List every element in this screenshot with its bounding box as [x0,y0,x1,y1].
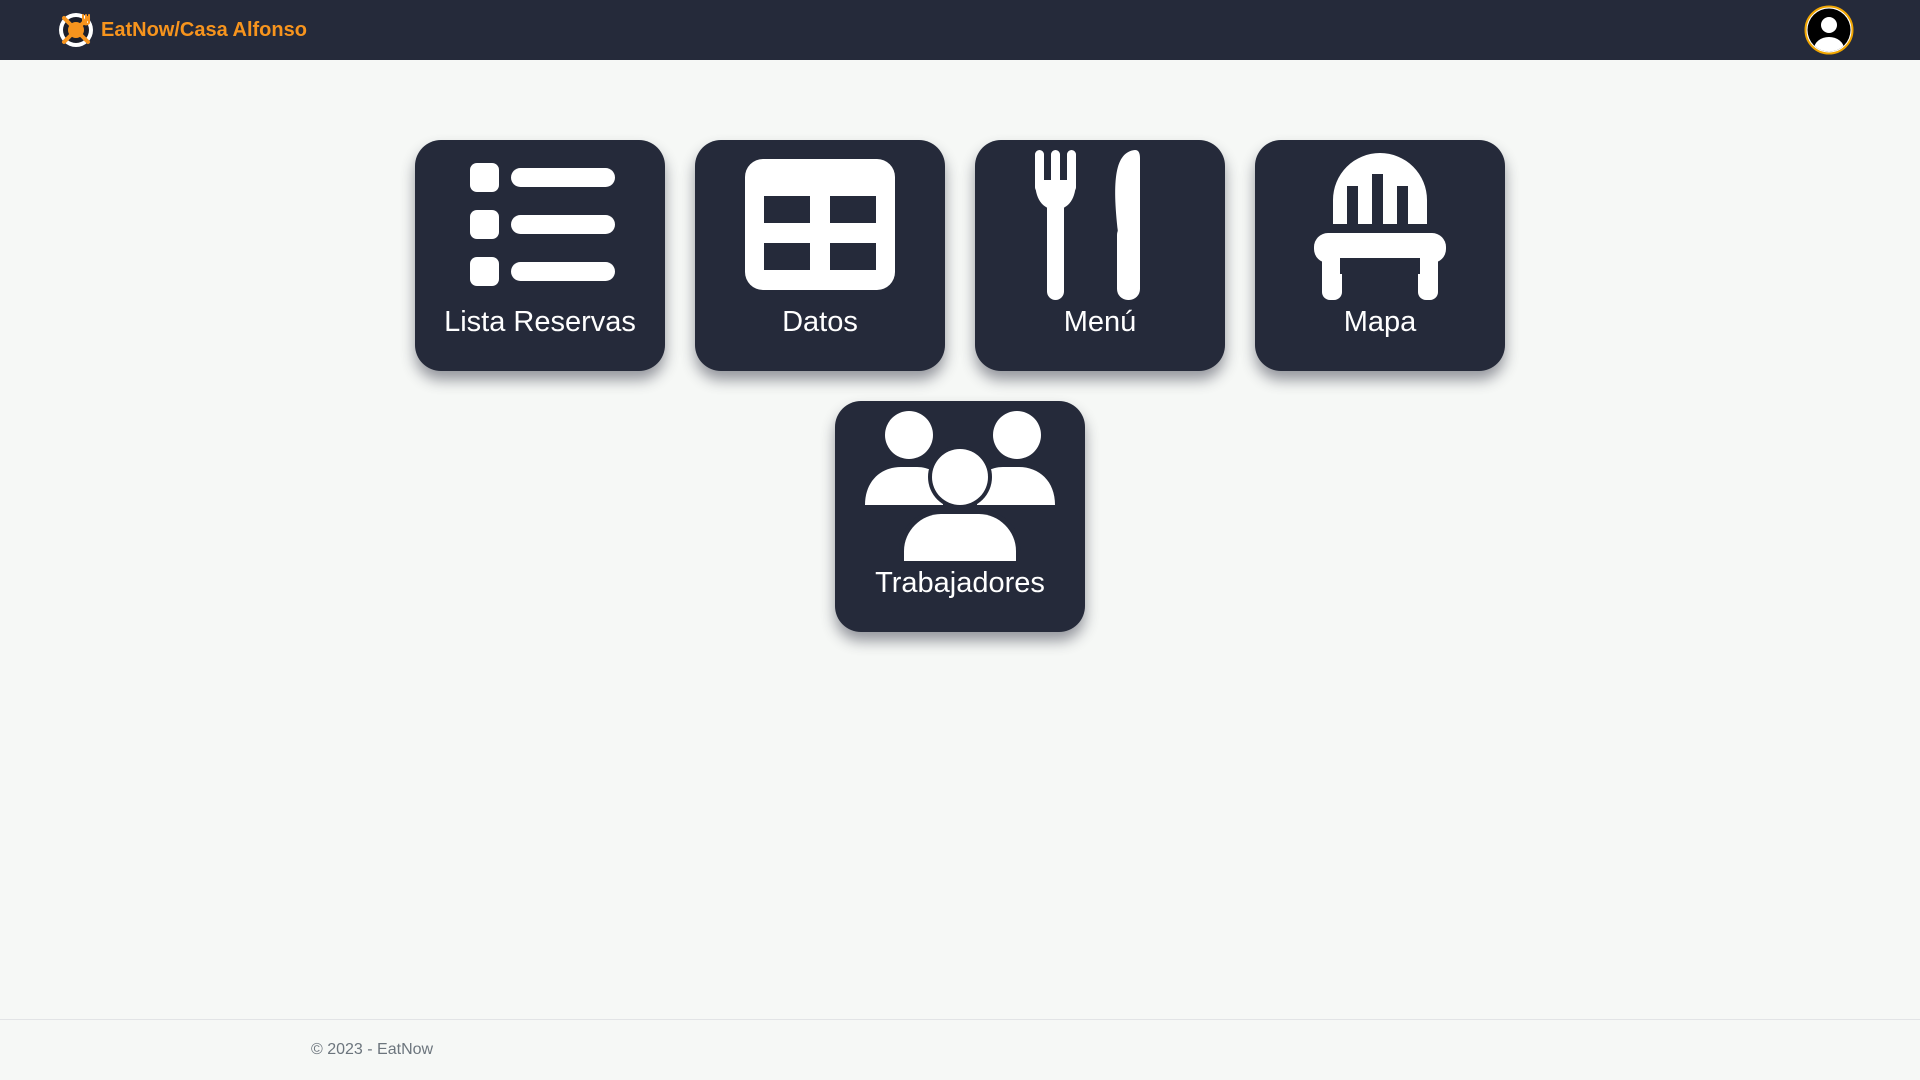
top-navbar: EatNow/Casa Alfonso [0,0,1920,60]
tile-trabajadores[interactable]: Trabajadores [835,401,1085,632]
users-group-icon [835,401,1085,571]
tile-label: Trabajadores [875,567,1045,599]
tile-mapa[interactable]: Mapa [1255,140,1505,371]
fork-knife-plate-logo-icon [59,13,93,47]
tile-label: Menú [1063,306,1137,338]
list-icon [415,140,665,310]
table-icon [695,140,945,310]
tile-menu[interactable]: Menú [975,140,1225,371]
tile-lista-reservas[interactable]: Lista Reservas [415,140,665,371]
footer: © 2023 - EatNow [0,1019,1920,1080]
user-circle-icon [1804,5,1854,55]
brand-link[interactable]: EatNow/Casa Alfonso [58,11,307,49]
tile-label: Lista Reservas [444,306,636,338]
tile-datos[interactable]: Datos [695,140,945,371]
fork-knife-icon [975,140,1225,310]
brand-title: EatNow/Casa Alfonso [101,19,307,41]
tile-label: Datos [782,306,858,338]
copyright-text: © 2023 - EatNow [311,1041,434,1058]
chair-icon [1255,140,1505,310]
tile-label: Mapa [1343,306,1417,338]
account-button[interactable] [1804,5,1854,55]
